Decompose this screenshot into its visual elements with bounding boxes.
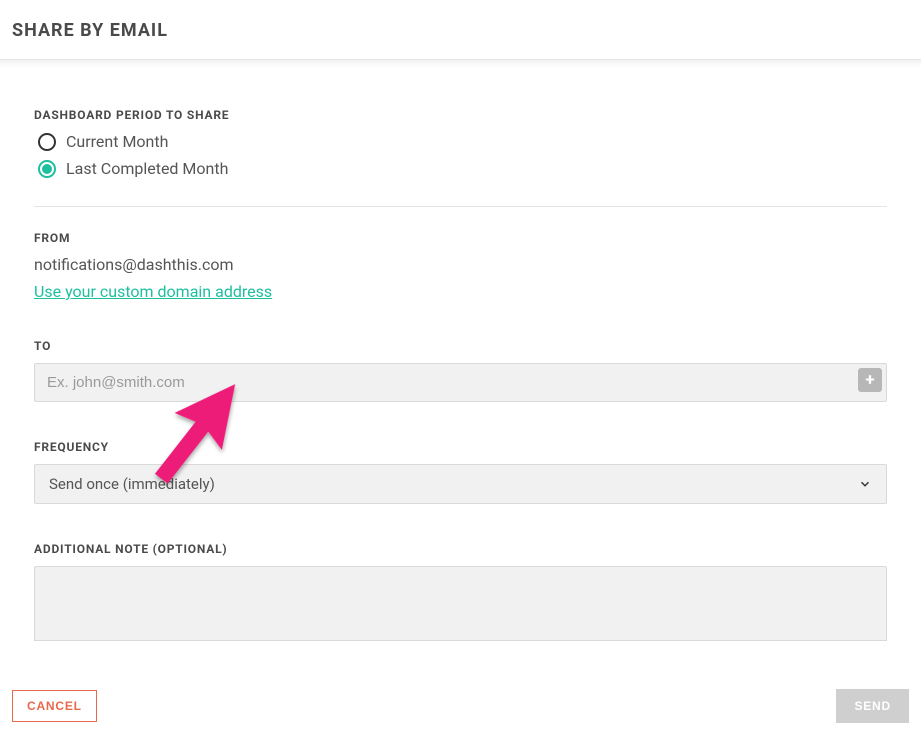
radio-last-completed-month[interactable]: Last Completed Month — [38, 159, 887, 178]
from-label: FROM — [34, 231, 887, 245]
to-input[interactable] — [35, 364, 854, 401]
page-title: SHARE BY EMAIL — [12, 20, 909, 41]
divider — [34, 206, 887, 207]
chevron-down-icon — [858, 477, 872, 491]
radio-current-month[interactable]: Current Month — [38, 132, 887, 151]
period-label: DASHBOARD PERIOD TO SHARE — [34, 108, 887, 122]
radio-icon — [38, 133, 56, 151]
to-input-wrap: + — [34, 363, 887, 402]
frequency-label: FREQUENCY — [34, 440, 887, 454]
footer: CANCEL SEND — [0, 675, 921, 737]
radio-label-last: Last Completed Month — [66, 159, 228, 178]
send-button[interactable]: SEND — [836, 689, 909, 723]
header-shadow — [0, 60, 921, 68]
cancel-button[interactable]: CANCEL — [12, 690, 97, 722]
frequency-select[interactable]: Send once (immediately) — [34, 464, 887, 504]
frequency-value: Send once (immediately) — [49, 475, 215, 493]
radio-label-current: Current Month — [66, 132, 168, 151]
from-value: notifications@dashthis.com — [34, 255, 887, 274]
radio-icon-selected — [38, 160, 56, 178]
plus-icon: + — [865, 372, 874, 389]
to-label: TO — [34, 339, 887, 353]
custom-domain-link[interactable]: Use your custom domain address — [34, 282, 272, 301]
note-textarea[interactable] — [34, 566, 887, 641]
note-label: ADDITIONAL NOTE (OPTIONAL) — [34, 542, 887, 556]
add-recipient-button[interactable]: + — [858, 368, 882, 392]
